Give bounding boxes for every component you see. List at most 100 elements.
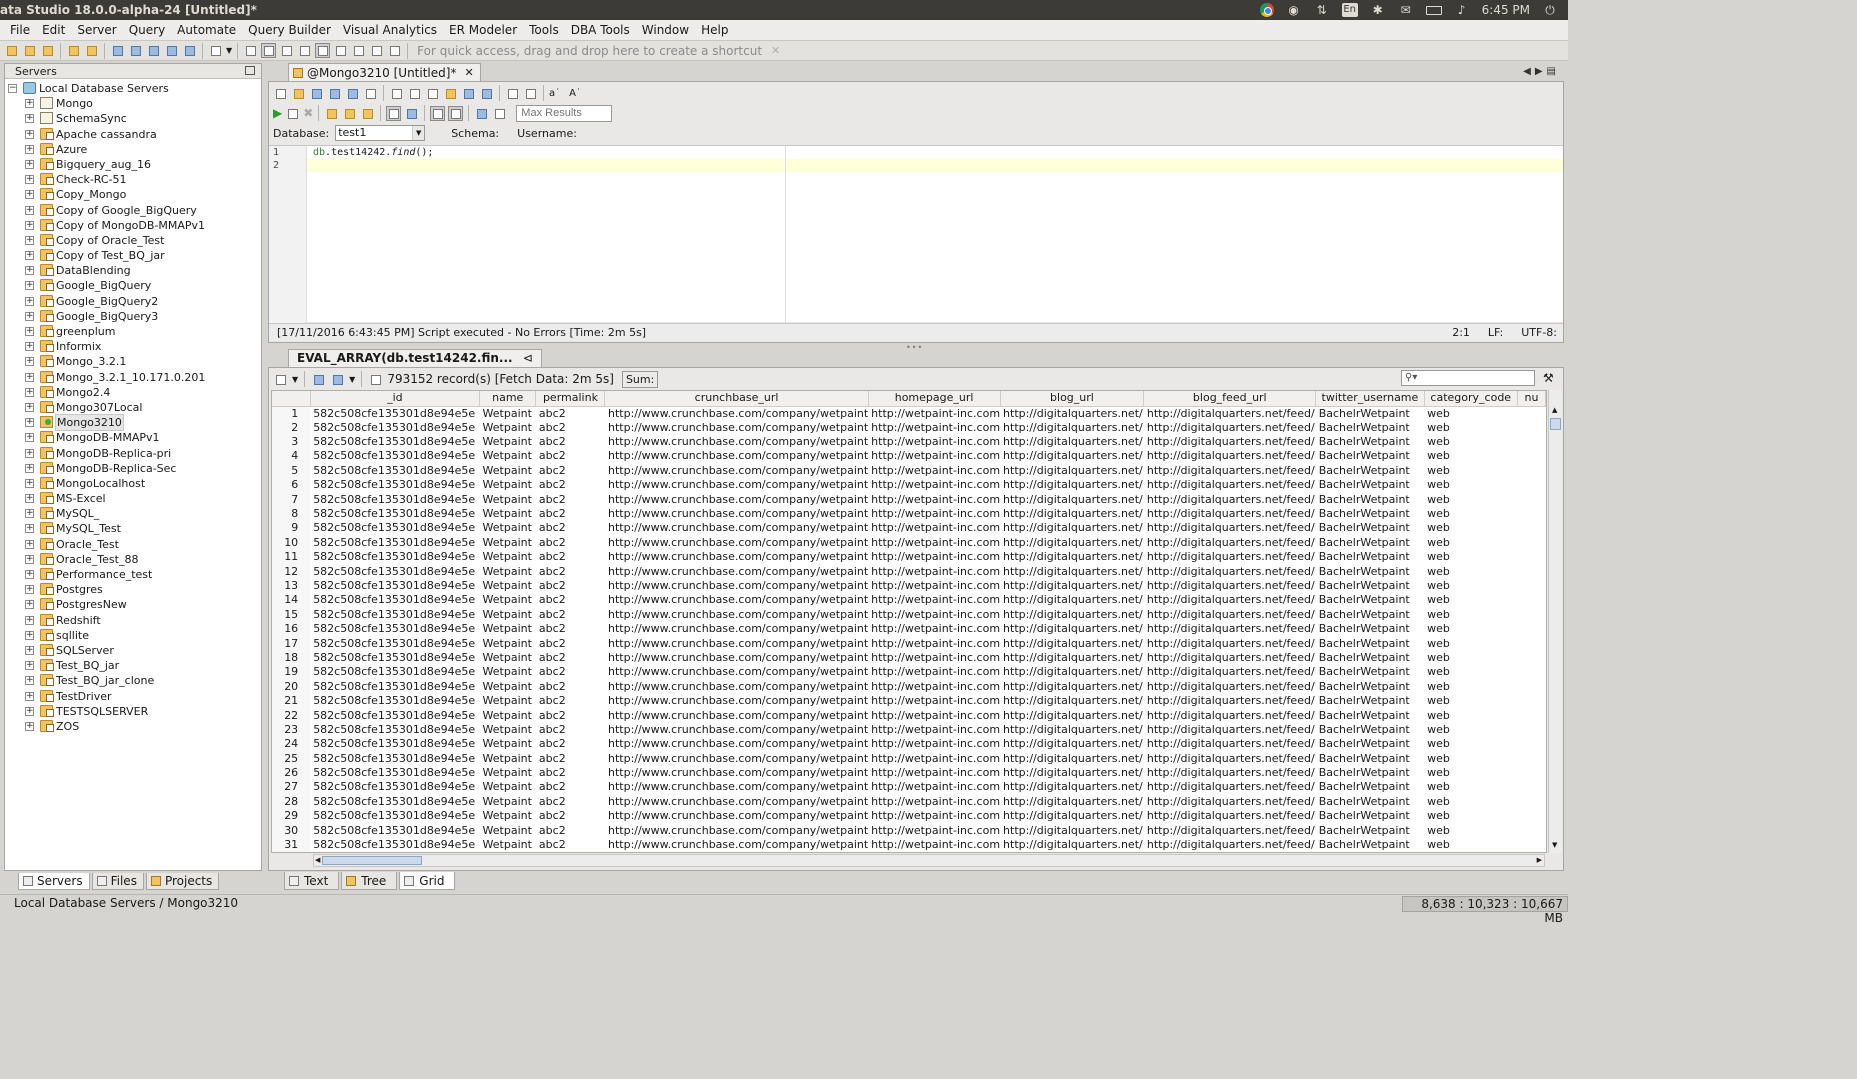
server-tree-item[interactable]: + Mongo_3.2.1_10.171.0.201	[5, 370, 261, 385]
select-all-icon[interactable]	[389, 86, 404, 101]
menu-tools[interactable]: Tools	[523, 20, 565, 41]
table-cell[interactable]: BachelrWetpaint	[1316, 521, 1424, 535]
table-row[interactable]: 8 582c508cfe135301d8e94e5e Wetpaint abc2 htt…	[272, 506, 1546, 522]
table-cell[interactable]: Wetpaint	[480, 421, 536, 435]
vertical-scrollbar[interactable]: ▲ ▼	[1548, 390, 1562, 853]
table-cell[interactable]: web	[1424, 737, 1517, 751]
scroll-thumb[interactable]	[322, 856, 422, 865]
table-cell[interactable]	[1517, 680, 1545, 694]
table-cell[interactable]: http://digitalquarters.net/feed/	[1144, 464, 1316, 478]
server-tree-item[interactable]: + Redshift	[5, 613, 261, 628]
toggle-results-icon[interactable]	[430, 105, 446, 121]
row-number[interactable]: 5	[272, 463, 311, 479]
results-search-input[interactable]: ⚲▾	[1401, 370, 1535, 386]
menu-window[interactable]: Window	[636, 20, 695, 41]
table-cell[interactable]: web	[1424, 521, 1517, 535]
column-header[interactable]	[272, 391, 311, 407]
table-cell[interactable]: BachelrWetpaint	[1316, 622, 1424, 636]
server-tree-item[interactable]: + MongoDB-Replica-Sec	[5, 461, 261, 476]
table-cell[interactable]: http://digitalquarters.net/	[1000, 823, 1144, 837]
table-cell[interactable]: http://digitalquarters.net/	[1000, 665, 1144, 679]
table-cell[interactable]: http://digitalquarters.net/	[1000, 421, 1144, 435]
table-cell[interactable]: web	[1424, 838, 1517, 852]
table-row[interactable]: 20 582c508cfe135301d8e94e5e Wetpaint abc2 ht…	[272, 679, 1546, 694]
expand-icon[interactable]: +	[25, 220, 34, 230]
table-cell[interactable]: http://www.crunchbase.com/company/wetpai…	[605, 694, 868, 708]
table-cell[interactable]: http://digitalquarters.net/	[1000, 809, 1144, 823]
schema-icon[interactable]	[146, 43, 161, 58]
table-cell[interactable]: BachelrWetpaint	[1316, 579, 1424, 593]
row-number[interactable]: 28	[272, 794, 311, 810]
row-number[interactable]: 26	[272, 765, 311, 781]
row-number[interactable]: 18	[272, 650, 311, 666]
table-cell[interactable]: 582c508cfe135301d8e94e5e	[310, 579, 479, 593]
table-row[interactable]: 18 582c508cfe135301d8e94e5e Wetpaint abc2 ht…	[272, 650, 1546, 666]
table-cell[interactable]	[1517, 435, 1545, 449]
expand-icon[interactable]: +	[25, 721, 34, 731]
server-tree-item[interactable]: + MS-Excel	[5, 491, 261, 506]
table-cell[interactable]: http://wetpaint-inc.com	[868, 665, 1000, 679]
table-cell[interactable]: BachelrWetpaint	[1316, 636, 1424, 650]
table-cell[interactable]: http://wetpaint-inc.com	[868, 564, 1000, 578]
refresh-icon[interactable]	[40, 43, 55, 58]
server-tree-item[interactable]: + Check-RC-51	[5, 172, 261, 187]
table-cell[interactable]: BachelrWetpaint	[1316, 795, 1424, 809]
table-cell[interactable]: BachelrWetpaint	[1316, 766, 1424, 780]
expand-icon[interactable]: +	[25, 554, 34, 564]
row-number[interactable]: 21	[272, 693, 311, 709]
table-cell[interactable]: http://www.crunchbase.com/company/wetpai…	[605, 665, 868, 679]
table-cell[interactable]: http://digitalquarters.net/feed/	[1144, 449, 1316, 463]
table-cell[interactable]: http://wetpaint-inc.com	[868, 795, 1000, 809]
table-cell[interactable]: http://digitalquarters.net/feed/	[1144, 406, 1316, 421]
table-cell[interactable]: http://digitalquarters.net/	[1000, 766, 1144, 780]
table-cell[interactable]	[1517, 622, 1545, 636]
table-cell[interactable]: http://digitalquarters.net/feed/	[1144, 622, 1316, 636]
server-tree-item[interactable]: + MongoDB-MMAPv1	[5, 430, 261, 445]
row-number[interactable]: 29	[272, 809, 311, 824]
table-cell[interactable]: abc2	[536, 823, 605, 837]
table-cell[interactable]: http://digitalquarters.net/	[1000, 751, 1144, 765]
table-cell[interactable]: abc2	[536, 435, 605, 449]
tab-servers[interactable]: Servers	[18, 873, 90, 890]
row-number[interactable]: 4	[272, 449, 311, 464]
expand-icon[interactable]: +	[25, 357, 34, 367]
row-number[interactable]: 19	[272, 665, 311, 680]
table-cell[interactable]: http://wetpaint-inc.com	[868, 723, 1000, 737]
row-number[interactable]: 12	[272, 564, 311, 579]
table-cell[interactable]: http://digitalquarters.net/feed/	[1144, 564, 1316, 578]
table-cell[interactable]	[1517, 449, 1545, 463]
table-cell[interactable]: http://digitalquarters.net/	[1000, 464, 1144, 478]
table-cell[interactable]: http://digitalquarters.net/feed/	[1144, 478, 1316, 492]
chart-icon[interactable]	[273, 372, 288, 387]
table-cell[interactable]: http://digitalquarters.net/	[1000, 780, 1144, 794]
table-cell[interactable]: Wetpaint	[480, 751, 536, 765]
table-cell[interactable]: web	[1424, 780, 1517, 794]
table-cell[interactable]	[1517, 751, 1545, 765]
table-cell[interactable]: abc2	[536, 723, 605, 737]
server-tree-item[interactable]: + Informix	[5, 339, 261, 354]
table-cell[interactable]: Wetpaint	[480, 406, 536, 421]
row-number[interactable]: 30	[272, 823, 311, 838]
server-tree-item[interactable]: + Performance_test	[5, 567, 261, 582]
table-cell[interactable]: abc2	[536, 449, 605, 463]
server-tree-item[interactable]: + Postgres	[5, 582, 261, 597]
row-number[interactable]: 8	[272, 506, 311, 522]
table-cell[interactable]: Wetpaint	[480, 608, 536, 622]
table-cell[interactable]: http://digitalquarters.net/feed/	[1144, 536, 1316, 550]
row-number[interactable]: 31	[272, 837, 311, 852]
expand-icon[interactable]: +	[25, 99, 34, 109]
table-cell[interactable]: web	[1424, 766, 1517, 780]
table-cell[interactable]: Wetpaint	[480, 536, 536, 550]
table-row[interactable]: 17 582c508cfe135301d8e94e5e Wetpaint abc2 ht…	[272, 636, 1546, 651]
table-cell[interactable]: http://digitalquarters.net/	[1000, 737, 1144, 751]
expand-icon[interactable]: +	[25, 159, 34, 169]
dropdown-arrow-icon[interactable]: ▼	[349, 375, 355, 384]
table-cell[interactable]: http://wetpaint-inc.com	[868, 766, 1000, 780]
row-number[interactable]: 24	[272, 737, 311, 752]
server-tree-item[interactable]: + Mongo307Local	[5, 400, 261, 415]
table-row[interactable]: 24 582c508cfe135301d8e94e5e Wetpaint abc2 ht…	[272, 737, 1546, 752]
table-cell[interactable]: Wetpaint	[480, 795, 536, 809]
table-cell[interactable]: 582c508cfe135301d8e94e5e	[310, 694, 479, 708]
document-icon[interactable]	[208, 43, 223, 58]
table-cell[interactable]: http://wetpaint-inc.com	[868, 636, 1000, 650]
